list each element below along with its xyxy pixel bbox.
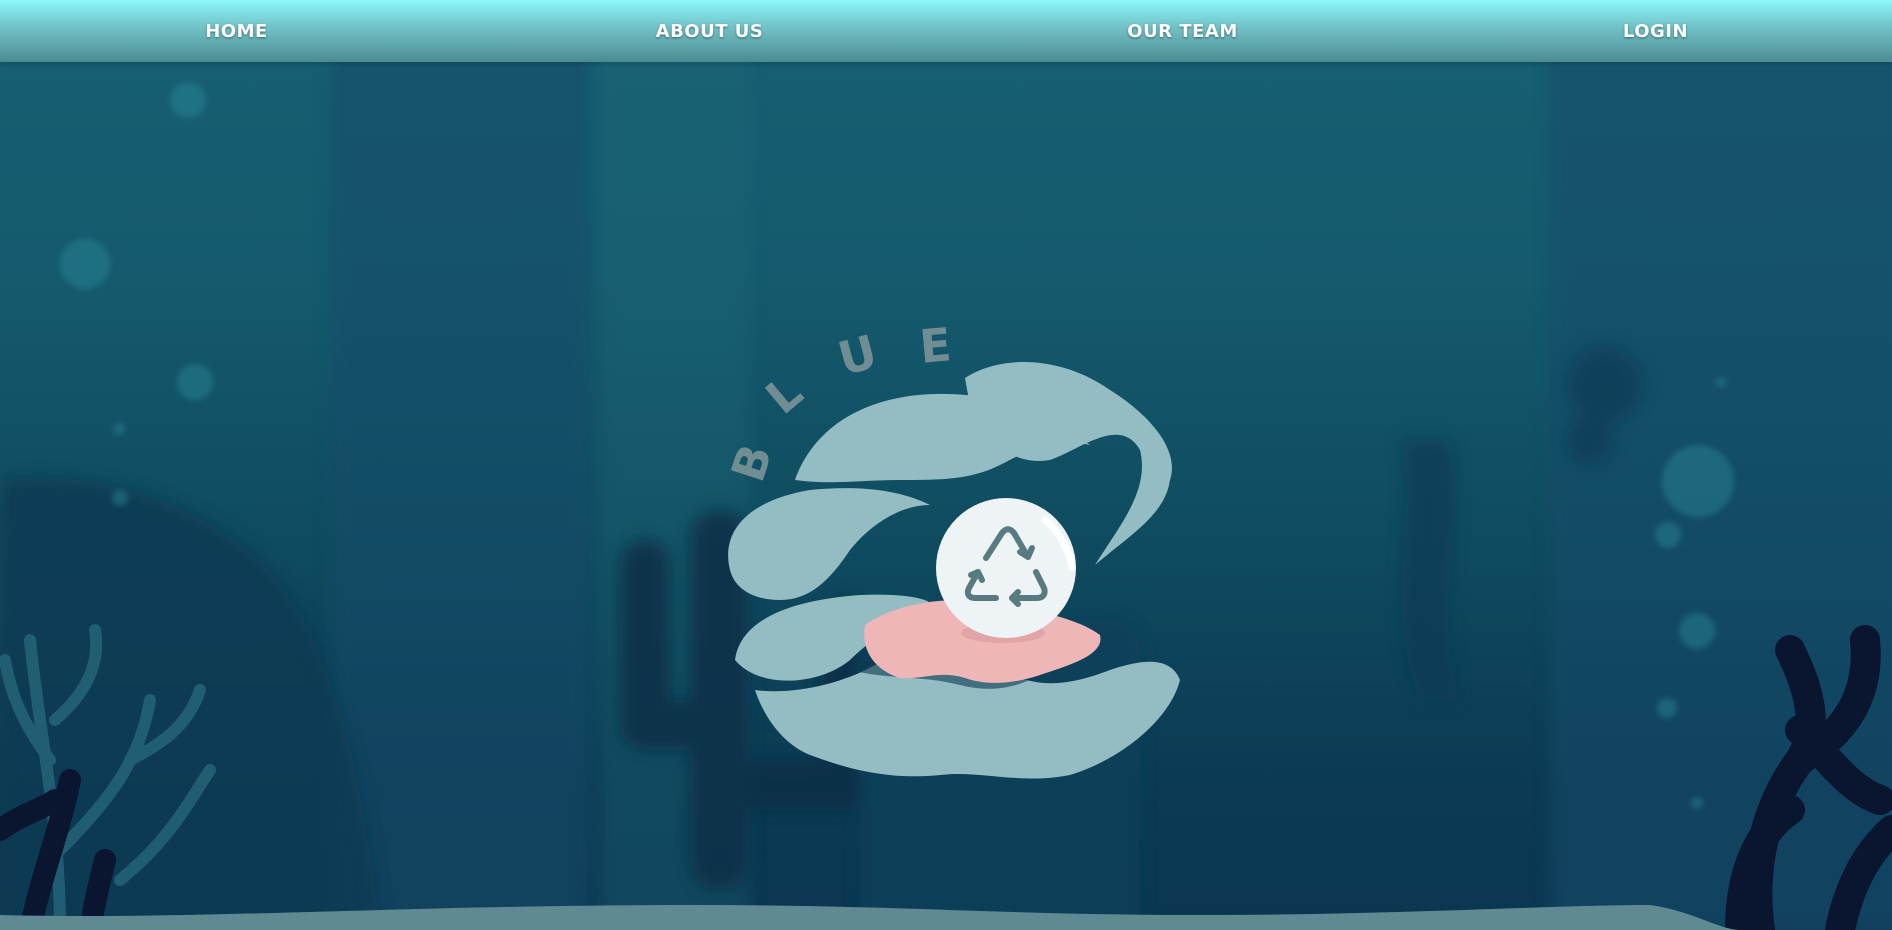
logo-letter-u: U — [832, 324, 882, 386]
blue-logo: B L U E — [721, 317, 1180, 779]
logo-letter-l: L — [756, 364, 813, 424]
nav-about-us[interactable]: ABOUT US — [473, 21, 946, 42]
nav-our-team[interactable]: OUR TEAM — [946, 21, 1419, 42]
pearl — [936, 498, 1076, 638]
nav-home[interactable]: HOME — [0, 21, 473, 42]
logo-letter-b: B — [721, 438, 783, 488]
main-navbar: HOME ABOUT US OUR TEAM LOGIN — [0, 0, 1892, 62]
logo-letter-e: E — [917, 317, 953, 374]
nav-login[interactable]: LOGIN — [1419, 21, 1892, 42]
